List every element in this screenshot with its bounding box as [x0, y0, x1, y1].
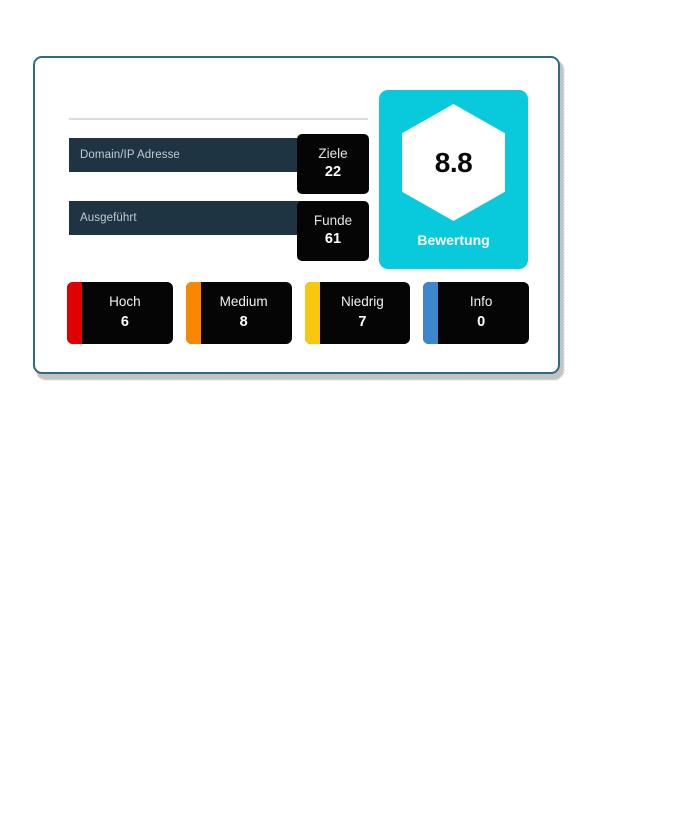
severity-stripe-high: [67, 282, 82, 344]
severity-count-low: 7: [358, 314, 367, 331]
stat-label-findings: Funde: [313, 213, 353, 229]
severity-label-low: Niedrig: [340, 294, 384, 310]
severity-stripe-low: [304, 282, 320, 344]
stat-value-findings: 61: [324, 231, 342, 248]
severity-count-medium: 8: [239, 314, 248, 331]
severity-label-medium: Medium: [219, 294, 268, 310]
severity-badge-medium[interactable]: Medium 8: [185, 282, 292, 344]
severity-label-high: Hoch: [109, 294, 141, 310]
stat-card-targets[interactable]: Ziele 22: [297, 134, 369, 194]
severity-badge-info[interactable]: Info 0: [423, 282, 529, 344]
rating-label: Bewertung: [417, 232, 490, 248]
rating-panel[interactable]: 8.8 Bewertung: [379, 90, 528, 269]
form-divider: [69, 118, 368, 120]
severity-label-info: Info: [469, 294, 493, 310]
severity-count-info: 0: [477, 314, 486, 331]
severity-badge-high[interactable]: Hoch 6: [67, 282, 173, 344]
rating-score: 8.8: [434, 146, 473, 178]
severity-badge-row: Hoch 6 Medium 8 Niedrig 7 Info 0: [67, 282, 529, 344]
scan-summary-card: Domain/IP Adresse Ausgeführt Ziele 22 Fu…: [33, 56, 560, 374]
severity-count-high: 6: [120, 314, 129, 331]
severity-stripe-info: [423, 282, 439, 344]
stat-card-findings[interactable]: Funde 61: [297, 201, 369, 261]
severity-stripe-medium: [185, 282, 201, 344]
domain-ip-input[interactable]: Domain/IP Adresse: [69, 138, 322, 172]
executed-placeholder: Ausgeführt: [80, 212, 137, 224]
executed-input[interactable]: Ausgeführt: [69, 201, 322, 235]
domain-ip-placeholder: Domain/IP Adresse: [80, 149, 180, 161]
hexagon-icon: 8.8: [402, 104, 505, 221]
stat-value-targets: 22: [324, 164, 342, 181]
severity-badge-low[interactable]: Niedrig 7: [304, 282, 411, 344]
stat-label-targets: Ziele: [318, 146, 348, 162]
